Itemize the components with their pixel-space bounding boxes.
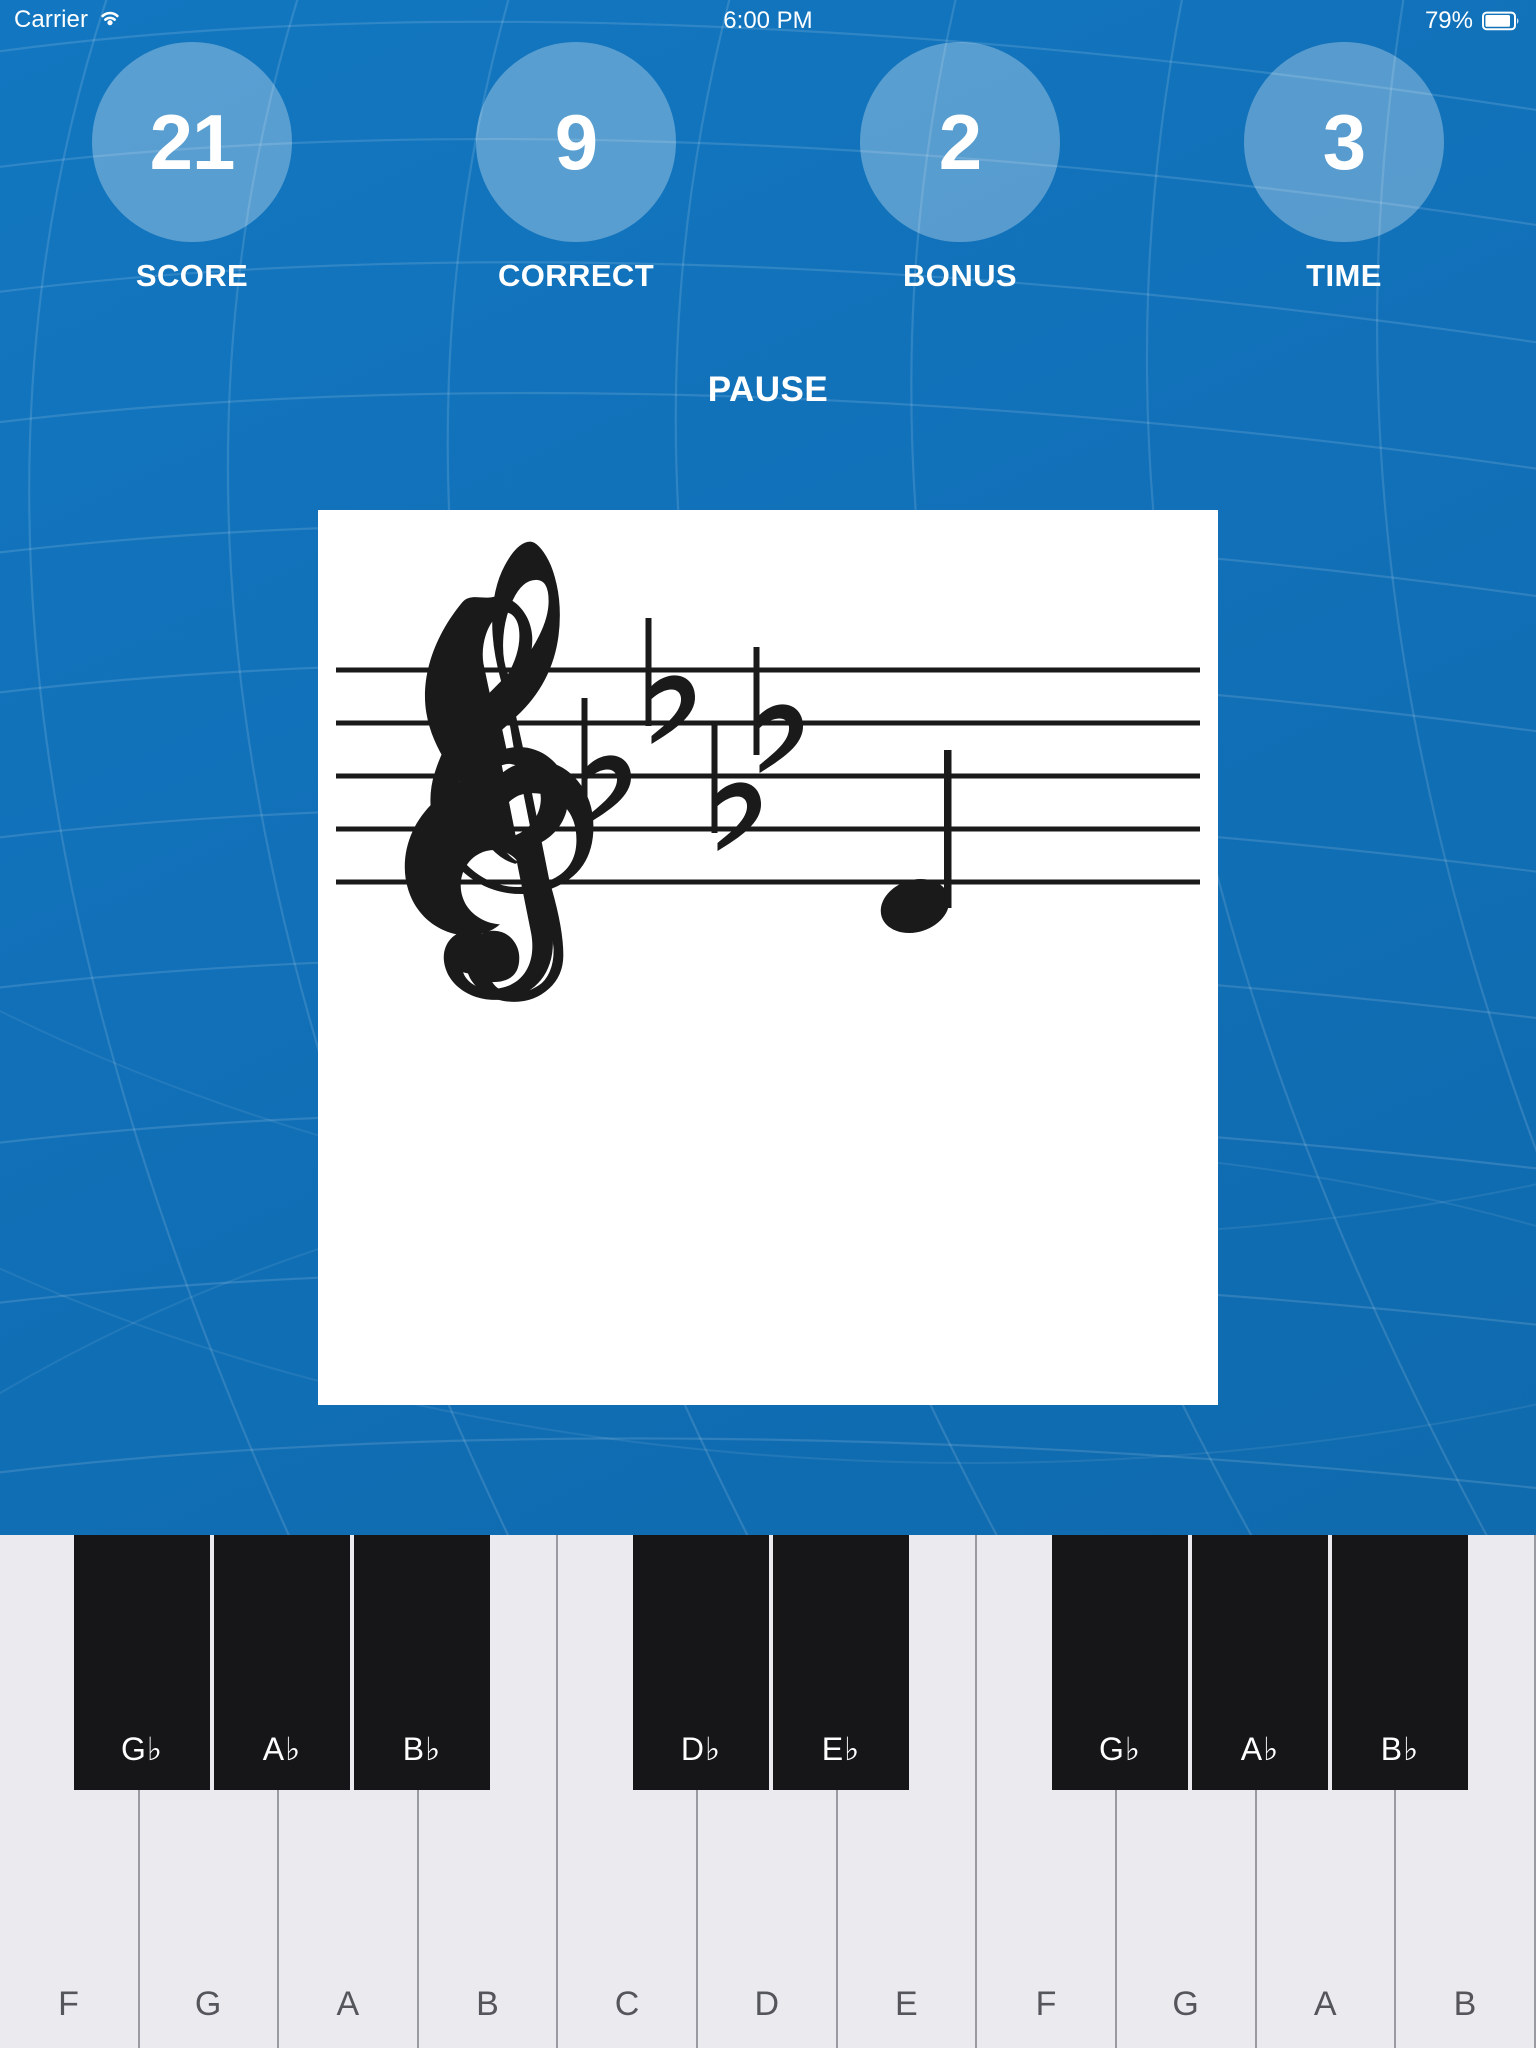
- white-key-label: D: [754, 1985, 780, 2023]
- pause-button[interactable]: PAUSE: [0, 370, 1536, 410]
- stat-time: 3 TIME: [1152, 42, 1536, 312]
- status-bar-time: 6:00 PM: [723, 7, 813, 34]
- black-key-b-flat-1[interactable]: B♭: [354, 1535, 490, 1790]
- stat-time-bubble: 3: [1244, 42, 1444, 242]
- black-key-label: B♭: [402, 1731, 442, 1767]
- stat-correct-label: CORRECT: [497, 258, 655, 293]
- stat-correct-bubble: 9: [476, 42, 676, 242]
- black-key-label: B♭: [1380, 1731, 1420, 1767]
- black-key-g-flat-1[interactable]: G♭: [74, 1535, 210, 1790]
- stat-score: 21 SCORE: [0, 42, 384, 312]
- white-key-label: G: [194, 1985, 222, 2023]
- flat-d: [753, 647, 804, 773]
- white-key-label: B: [476, 1985, 500, 2023]
- black-key-a-flat-2[interactable]: A♭: [1192, 1535, 1328, 1790]
- stat-time-label: TIME: [1306, 258, 1382, 293]
- music-staff-card: 𝄞: [318, 510, 1218, 1405]
- white-key-label: F: [1035, 1985, 1057, 2023]
- stats-row: 21 SCORE 9 CORRECT 2 BONUS 3 TIME: [0, 42, 1536, 312]
- stat-score-bubble: 21: [92, 42, 292, 242]
- white-key-label: G: [1172, 1985, 1200, 2023]
- black-key-d-flat[interactable]: D♭: [633, 1535, 769, 1790]
- status-bar-right: 79%: [1425, 7, 1520, 35]
- note-quarter: [880, 750, 952, 933]
- white-key-label: C: [614, 1985, 640, 2023]
- battery-icon: [1482, 11, 1519, 31]
- black-key-label: G♭: [121, 1731, 163, 1767]
- stat-bonus-bubble: 2: [860, 42, 1060, 242]
- black-key-g-flat-2[interactable]: G♭: [1052, 1535, 1188, 1790]
- white-key-label: A: [336, 1985, 360, 2023]
- piano-keyboard: F G A B C D E F G A B G♭ A♭ B♭ D♭ E♭ G♭ …: [0, 1535, 1536, 2048]
- black-key-a-flat-1[interactable]: A♭: [214, 1535, 350, 1790]
- stat-bonus-label: BONUS: [903, 258, 1017, 293]
- stat-score-label: SCORE: [135, 258, 249, 293]
- black-key-label: G♭: [1099, 1731, 1141, 1767]
- black-key-b-flat-2[interactable]: B♭: [1332, 1535, 1468, 1790]
- black-key-label: E♭: [821, 1731, 861, 1767]
- music-staff: 𝄞: [336, 531, 1200, 1004]
- black-key-e-flat[interactable]: E♭: [773, 1535, 909, 1790]
- status-bar: Carrier 6:00 PM 79%: [0, 0, 1536, 40]
- stat-bonus: 2 BONUS: [768, 42, 1152, 312]
- white-key-label: F: [58, 1985, 80, 2023]
- black-key-label: D♭: [680, 1731, 722, 1767]
- black-key-label: A♭: [262, 1731, 302, 1767]
- key-signature-flats: [581, 618, 804, 851]
- battery-percent-label: 79%: [1424, 7, 1473, 34]
- white-key-label: E: [895, 1985, 919, 2023]
- black-key-label: A♭: [1240, 1731, 1280, 1767]
- white-key-label: A: [1313, 1985, 1338, 2023]
- white-key-label: B: [1453, 1985, 1477, 2023]
- stat-correct: 9 CORRECT: [384, 42, 768, 312]
